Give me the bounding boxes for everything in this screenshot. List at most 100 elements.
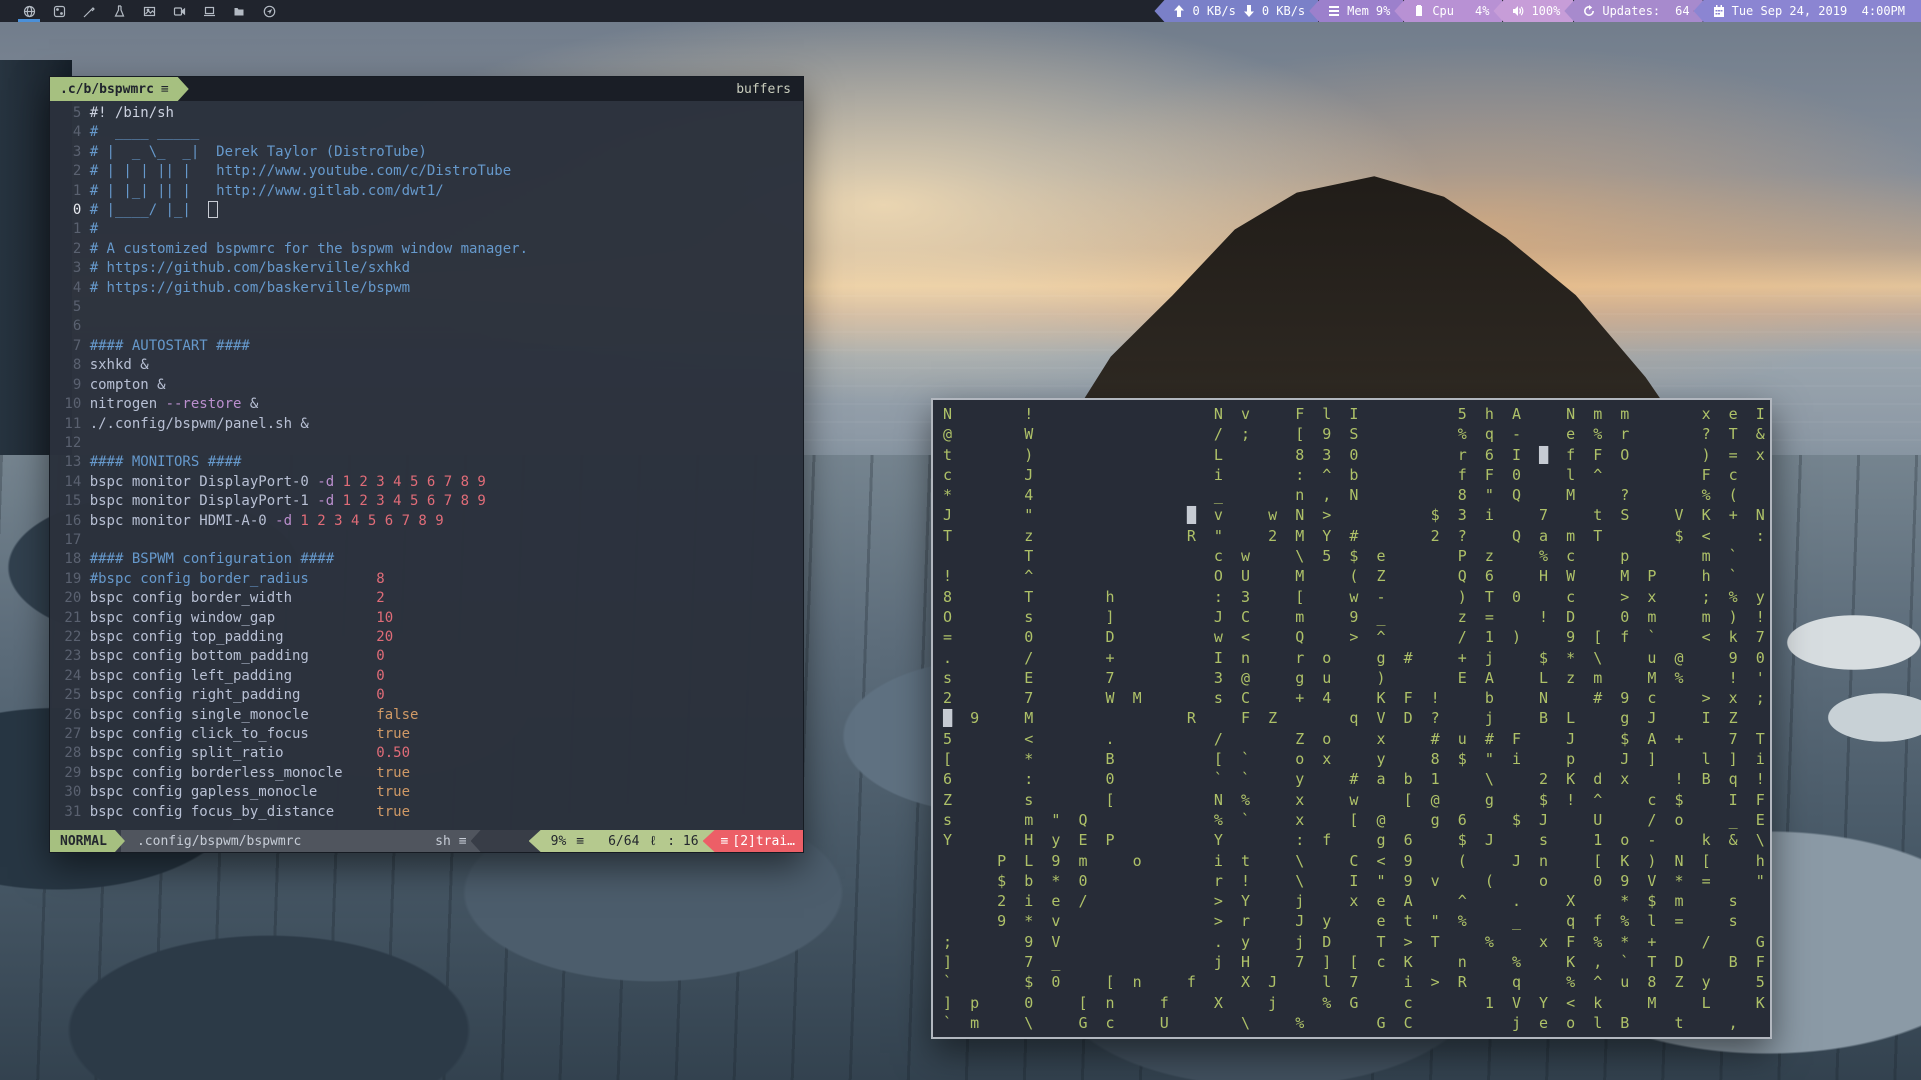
filetype-icon: ≡ xyxy=(459,834,467,849)
editor-line: 15bspc monitor DisplayPort-1 -d 1 2 3 4 … xyxy=(56,492,803,511)
statusline-warning-segment: ≡ [2]trai… xyxy=(703,830,803,852)
workspace-folder-icon[interactable] xyxy=(224,0,254,22)
editor-line: 10nitrogen --restore & xyxy=(56,395,803,414)
editor-window[interactable]: .c/b/bspwmrc ≡ buffers 5#! /bin/sh4# ___… xyxy=(49,76,804,853)
workspace-laptop-icon[interactable] xyxy=(194,0,224,22)
editor-line: 24bspc config left_padding 0 xyxy=(56,667,803,686)
line-position: 6/64 xyxy=(608,834,639,849)
cmatrix-window[interactable]: N ! N v F l I 5 h A N m m x e I@ W / ; [… xyxy=(931,398,1772,1039)
editor-line: 31bspc config focus_by_distance true xyxy=(56,803,803,822)
workspace-video-icon[interactable] xyxy=(164,0,194,22)
updates-label: Updates: xyxy=(1602,4,1660,18)
workspace-dropper-icon[interactable] xyxy=(74,0,104,22)
editor-line: 5#! /bin/sh xyxy=(56,104,803,123)
editor-line: 4# ____ _____ xyxy=(56,123,803,142)
upload-arrow-icon xyxy=(1173,5,1185,17)
scroll-percent: 9% xyxy=(551,834,567,849)
net-download-value: 0 KB/s xyxy=(1262,4,1305,18)
editor-line: 28bspc config split_ratio 0.50 xyxy=(56,744,803,763)
editor-line: 5 xyxy=(56,298,803,317)
statusline-position-segment: 9% ≡ 6/64 ℓ : 16 xyxy=(529,830,715,852)
editor-line: 25bspc config right_padding 0 xyxy=(56,686,803,705)
editor-line: 7#### AUTOSTART #### xyxy=(56,337,803,356)
workspace-flask-icon[interactable] xyxy=(104,0,134,22)
cpu-label: Cpu xyxy=(1432,4,1454,18)
column-number: : 16 xyxy=(667,834,698,849)
image-icon xyxy=(143,5,156,18)
flask-icon xyxy=(113,5,126,18)
globe-icon xyxy=(23,5,36,18)
editor-line: 3# | _ \_ _| Derek Taylor (DistroTube) xyxy=(56,143,803,162)
editor-line: 23bspc config bottom_padding 0 xyxy=(56,647,803,666)
network-stat: 0 KB/s 0 KB/s xyxy=(1154,0,1318,22)
editor-tabbar: .c/b/bspwmrc ≡ buffers xyxy=(50,77,803,101)
top-panel: 0 KB/s 0 KB/s Mem 9% Cpu 4% 100% Updates… xyxy=(0,0,1921,22)
editor-line: 16bspc monitor HDMI-A-0 -d 1 2 3 4 5 6 7… xyxy=(56,512,803,531)
editor-line: 4# https://github.com/baskerville/bspwm xyxy=(56,279,803,298)
vim-mode-indicator: NORMAL xyxy=(50,830,125,852)
editor-line: 27bspc config click_to_focus true xyxy=(56,725,803,744)
clock-stat: Tue Sep 24, 2019 4:00PM xyxy=(1694,0,1921,22)
cpu-stat: Cpu 4% xyxy=(1394,0,1502,22)
editor-line: 20bspc config border_width 2 xyxy=(56,589,803,608)
net-upload-value: 0 KB/s xyxy=(1192,4,1235,18)
file-path: .config/bspwm/bspwmrc xyxy=(137,834,301,849)
refresh-icon xyxy=(1583,5,1595,17)
volume-value: 100% xyxy=(1531,4,1560,18)
editor-buffer[interactable]: 5#! /bin/sh4# ____ _____3# | _ \_ _| Der… xyxy=(50,101,803,830)
mem-value: 9% xyxy=(1376,4,1390,18)
workspace-dice-icon[interactable] xyxy=(44,0,74,22)
workspace-globe-icon[interactable] xyxy=(14,0,44,22)
memory-icon xyxy=(1328,5,1340,17)
editor-line: 9compton & xyxy=(56,376,803,395)
filetype-label: sh xyxy=(435,834,451,849)
editor-line: 1# xyxy=(56,220,803,239)
editor-line: 21bspc config window_gap 10 xyxy=(56,609,803,628)
updates-count: 64 xyxy=(1675,4,1689,18)
editor-line: 17 xyxy=(56,531,803,550)
calendar-icon xyxy=(1713,5,1725,17)
mem-label: Mem xyxy=(1347,4,1369,18)
editor-line: 29bspc config borderless_monocle true xyxy=(56,764,803,783)
percent-icon: ≡ xyxy=(576,834,584,849)
editor-line: 26bspc config single_monocle false xyxy=(56,706,803,725)
cpu-value: 4% xyxy=(1475,4,1489,18)
send-icon xyxy=(263,5,276,18)
editor-line: 3# https://github.com/baskerville/sxhkd xyxy=(56,259,803,278)
editor-line: 1# | |_| || | http://www.gitlab.com/dwt1… xyxy=(56,182,803,201)
buffer-lines-icon: ≡ xyxy=(161,82,169,97)
editor-line: 2# A customized bspwmrc for the bspwm wi… xyxy=(56,240,803,259)
editor-line: 18#### BSPWM configuration #### xyxy=(56,550,803,569)
workspace-switcher xyxy=(0,0,284,22)
speaker-icon xyxy=(1512,5,1524,17)
line-number-icon: ℓ xyxy=(649,834,657,849)
laptop-icon xyxy=(203,5,216,18)
editor-line: 19#bspc config border_radius 8 xyxy=(56,570,803,589)
editor-line: 22bspc config top_padding 20 xyxy=(56,628,803,647)
editor-line: 2# | | | || | http://www.youtube.com/c/D… xyxy=(56,162,803,181)
statusline-file-segment: .config/bspwm/bspwmrc sh ≡ xyxy=(121,830,481,852)
desktop: { "panel": { "workspaces": [ {"icon": "g… xyxy=(0,0,1921,1080)
datetime-value: Tue Sep 24, 2019 4:00PM xyxy=(1732,4,1905,18)
dice-icon xyxy=(53,5,66,18)
editor-line: 12 xyxy=(56,434,803,453)
matrix-rain: N ! N v F l I 5 h A N m m x e I@ W / ; [… xyxy=(933,400,1770,1033)
workspace-send-icon[interactable] xyxy=(254,0,284,22)
updates-stat: Updates: 64 xyxy=(1564,0,1702,22)
editor-line: 0# |____/ |_| xyxy=(56,201,803,220)
editor-statusline: NORMAL .config/bspwm/bspwmrc sh ≡ 9% ≡ 6… xyxy=(50,830,803,852)
workspace-image-icon[interactable] xyxy=(134,0,164,22)
video-icon xyxy=(173,5,186,18)
warning-lines-icon: ≡ xyxy=(721,834,729,849)
trailing-whitespace-warning: [2]trai… xyxy=(732,834,795,849)
editor-line: 13#### MONITORS #### xyxy=(56,453,803,472)
editor-line: 6 xyxy=(56,317,803,336)
panel-stats: 0 KB/s 0 KB/s Mem 9% Cpu 4% 100% Updates… xyxy=(1163,0,1921,22)
tab-bspwmrc[interactable]: .c/b/bspwmrc ≡ xyxy=(50,77,189,101)
editor-line: 11./.config/bspwm/panel.sh & xyxy=(56,415,803,434)
editor-line: 14bspc monitor DisplayPort-0 -d 1 2 3 4 … xyxy=(56,473,803,492)
dropper-icon xyxy=(83,5,96,18)
download-arrow-icon xyxy=(1243,5,1255,17)
memory-stat: Mem 9% xyxy=(1309,0,1403,22)
volume-stat: 100% xyxy=(1493,0,1573,22)
